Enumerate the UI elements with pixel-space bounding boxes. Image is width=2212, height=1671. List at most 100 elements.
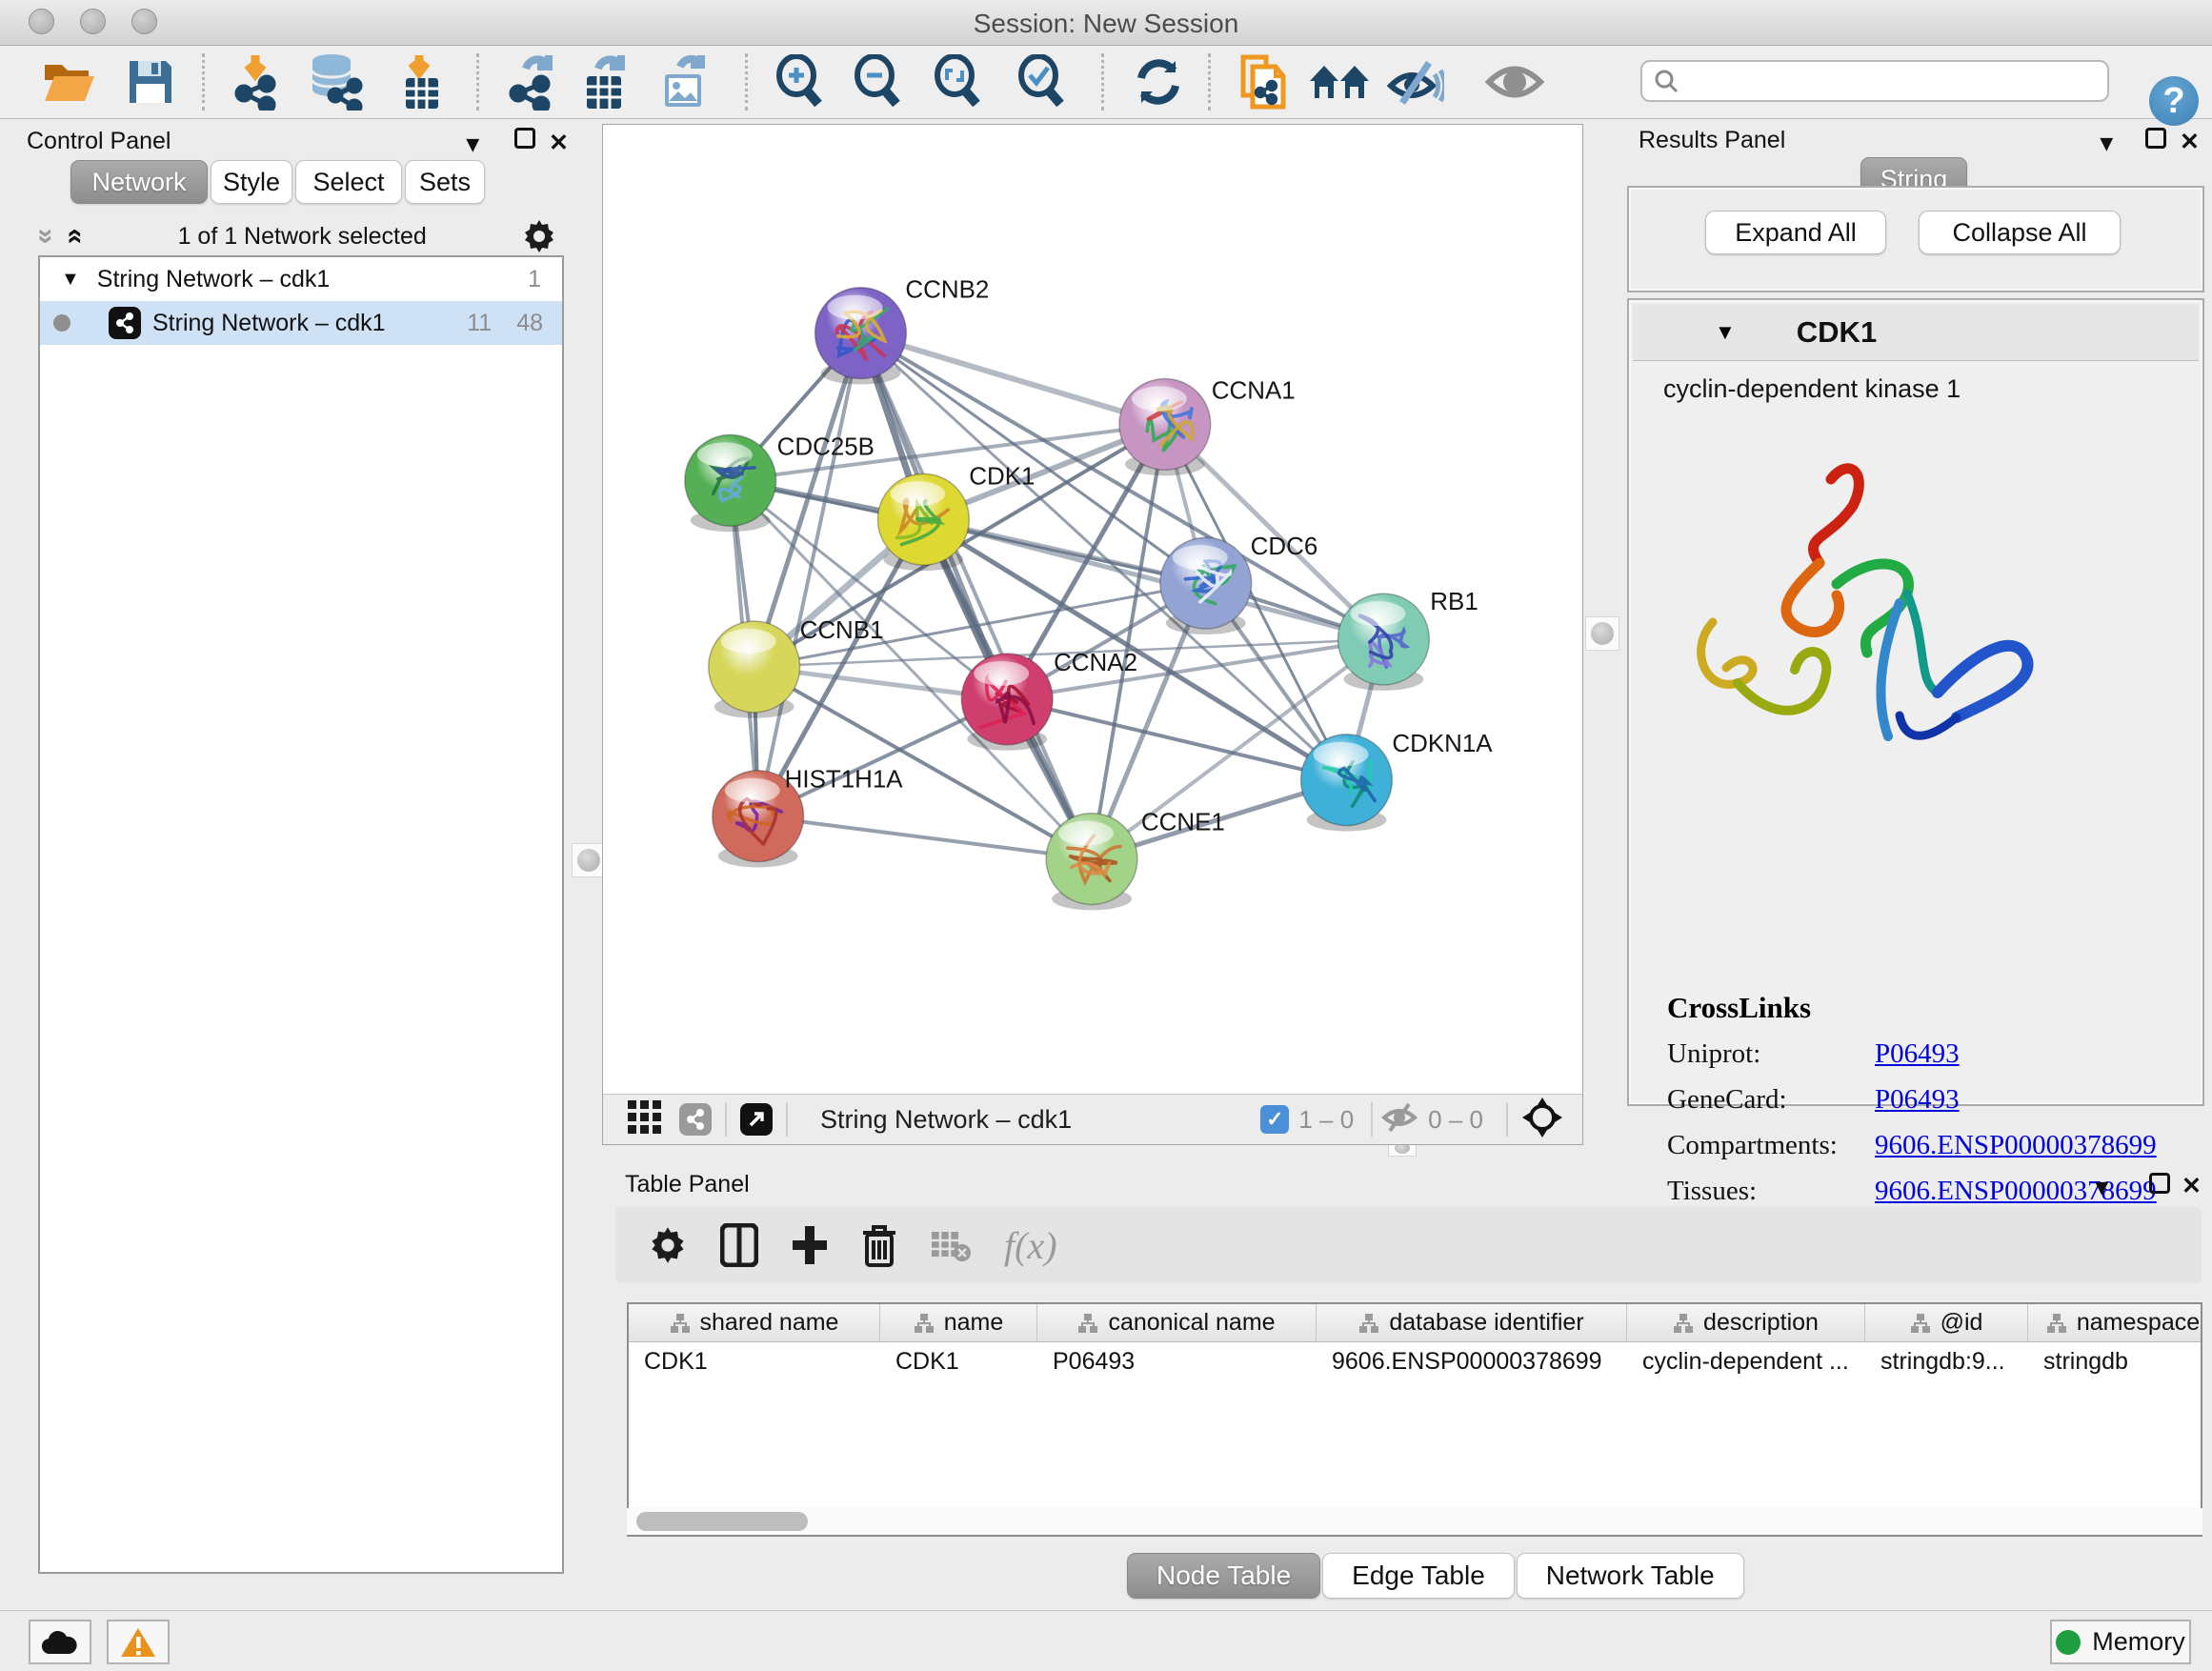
control-panel-title: Control Panel [27,128,171,154]
edge-CCNB2-CCNA1[interactable] [860,333,1164,425]
memory-button[interactable]: Memory [2050,1620,2191,1664]
column-header-shared-name[interactable]: shared name [629,1304,880,1341]
selected-nodes-checkbox[interactable]: ✓ [1260,1105,1289,1134]
right-splitter-handle[interactable] [1585,616,1619,651]
expand-all-networks-icon[interactable]: » [30,229,62,245]
tab-network-table[interactable]: Network Table [1517,1553,1744,1599]
crosslink-link[interactable]: P06493 [1875,1038,1960,1070]
collapse-triangle-icon[interactable]: ▼ [61,269,80,291]
node-CDKN1A[interactable] [1301,735,1393,832]
open-session-button[interactable] [36,50,101,114]
search-input[interactable] [1679,68,2088,94]
search-box[interactable] [1640,60,2109,102]
results-panel-menu-icon[interactable]: ▾ [2101,129,2113,157]
crosslink-row: GeneCard:P06493 [1667,1084,2182,1116]
control-panel-menu-icon[interactable]: ▾ [467,130,479,158]
results-panel-close-icon[interactable]: ✕ [2180,128,2200,156]
string-home-button[interactable] [1307,50,1372,114]
export-image-button[interactable] [650,50,714,114]
results-panel-float-icon[interactable] [2145,128,2166,149]
warning-button[interactable] [107,1620,170,1664]
column-header--id[interactable]: @id [1865,1304,2028,1341]
column-header-name[interactable]: name [880,1304,1037,1341]
edge-HIST1H1A-CCNE1[interactable] [758,816,1092,859]
table-cell[interactable]: P06493 [1037,1342,1317,1380]
node-CDK1[interactable] [877,473,969,571]
collapse-entry-triangle-icon[interactable]: ▼ [1715,320,1736,345]
table-cell[interactable]: 9606.ENSP00000378699 [1317,1342,1627,1380]
add-column-plus-icon[interactable] [791,1224,829,1266]
zoom-in-button[interactable] [768,50,833,114]
crosslink-link[interactable]: P06493 [1875,1084,1960,1116]
tab-select[interactable]: Select [295,160,402,204]
tab-node-table[interactable]: Node Table [1127,1553,1320,1599]
gear-icon[interactable] [521,218,557,254]
zoom-fit-button[interactable] [926,50,991,114]
birdseye-grid-icon[interactable] [628,1100,662,1139]
collapse-all-button[interactable]: Collapse All [1919,211,2121,254]
import-table-file-button[interactable] [387,50,452,114]
node-CDC25B[interactable] [685,434,776,532]
column-header-namespace[interactable]: namespace [2028,1304,2202,1341]
zoom-out-button[interactable] [846,50,911,114]
column-header-canonical-name[interactable]: canonical name [1037,1304,1317,1341]
table-horizontal-scrollbar[interactable] [627,1508,2202,1535]
table-row[interactable]: CDK1CDK1P064939606.ENSP00000378699cyclin… [629,1342,2201,1380]
tab-sets[interactable]: Sets [405,160,485,204]
node-table[interactable]: shared namenamecanonical namedatabase id… [627,1302,2202,1537]
edge-CCNB2-HIST1H1A[interactable] [758,333,861,816]
node-CCNE1[interactable] [1046,814,1137,911]
export-network-button[interactable] [497,50,562,114]
node-CCNB1[interactable] [709,621,800,718]
table-panel-float-icon[interactable] [2149,1173,2170,1194]
network-row-selected[interactable]: String Network – cdk1 11 48 [40,301,562,345]
node-CCNB2[interactable] [815,288,907,385]
node-CCNA1[interactable] [1119,379,1211,476]
fit-selected-crosshair-icon[interactable] [1521,1097,1563,1143]
scrollbar-thumb[interactable] [636,1512,808,1531]
tab-style[interactable]: Style [211,160,292,204]
show-graphics-details-button[interactable] [1482,50,1547,114]
function-builder-icon[interactable]: f(x) [1004,1223,1057,1268]
table-panel-menu-icon[interactable]: ▾ [2096,1173,2108,1201]
refresh-button[interactable] [1126,50,1191,114]
expand-all-button[interactable]: Expand All [1705,211,1886,254]
network-collection-row[interactable]: ▼ String Network – cdk1 1 [40,257,562,301]
import-network-icon [229,53,282,111]
node-CCNA2[interactable] [961,654,1053,751]
table-cell[interactable]: CDK1 [880,1342,1037,1380]
tab-edge-table[interactable]: Edge Table [1322,1553,1515,1599]
tab-network[interactable]: Network [70,160,208,204]
show-columns-icon[interactable] [720,1223,758,1267]
control-panel-close-icon[interactable]: ✕ [549,129,569,157]
delete-table-icon[interactable] [930,1228,972,1262]
export-table-button[interactable] [570,50,634,114]
import-network-file-button[interactable] [223,50,288,114]
open-in-new-window-icon[interactable] [740,1103,773,1136]
cloud-button[interactable] [29,1620,91,1664]
table-cell[interactable]: CDK1 [629,1342,880,1380]
node-RB1[interactable] [1337,594,1429,691]
collapse-all-networks-icon[interactable]: « [59,229,91,245]
column-header-database-identifier[interactable]: database identifier [1317,1304,1627,1341]
import-network-database-button[interactable] [303,50,368,114]
table-panel-close-icon[interactable]: ✕ [2182,1172,2202,1200]
node-CDC6[interactable] [1160,537,1252,634]
titlebar: Session: New Session [0,0,2212,46]
left-splitter-handle[interactable] [572,843,606,877]
control-panel-float-icon[interactable] [514,128,535,149]
column-header-description[interactable]: description [1627,1304,1865,1341]
delete-column-trash-icon[interactable] [861,1223,897,1267]
table-options-gear-icon[interactable] [648,1225,688,1265]
results-entry-header[interactable]: ▼ CDK1 [1633,304,2199,361]
zoom-selected-button[interactable] [1010,50,1075,114]
table-cell[interactable]: stringdb [2028,1342,2202,1380]
string-badge-icon[interactable] [679,1103,712,1136]
table-cell[interactable]: stringdb:9... [1865,1342,2028,1380]
table-cell[interactable]: cyclin-dependent ... [1627,1342,1865,1380]
hidden-eye-icon[interactable] [1380,1102,1418,1137]
string-protein-query-button[interactable] [1231,50,1296,114]
toggle-enhanced-labels-button[interactable] [1383,50,1448,114]
network-canvas[interactable]: CCNB2CCNA1CDC25BCDK1CDC6RB1CCNB1CCNA2CDK… [603,125,1582,1094]
save-session-button[interactable] [118,50,183,114]
